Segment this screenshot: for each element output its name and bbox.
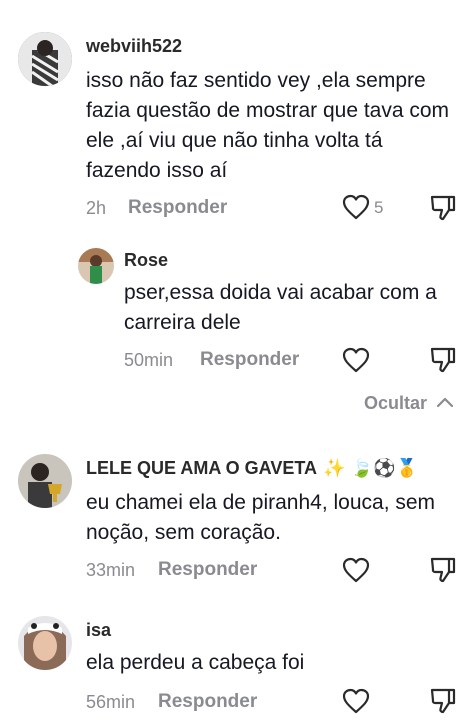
avatar[interactable] xyxy=(18,454,72,508)
comment-text: ela perdeu a cabeça foi xyxy=(86,651,305,674)
comment-timestamp: 50min xyxy=(124,350,174,370)
comment-username-text: LELE QUE AMA O GAVETA xyxy=(86,458,317,478)
comment-isa: isa ela perdeu a cabeça foi 56min Respon… xyxy=(0,600,474,722)
chevron-up-icon xyxy=(436,397,454,408)
comment-text: pser,essa doida vai acabar com a carreir… xyxy=(124,281,437,334)
reply-button[interactable]: Responder xyxy=(158,559,257,581)
hide-replies-button[interactable]: Ocultar xyxy=(364,393,454,414)
thumbs-down-outline-icon[interactable] xyxy=(430,687,456,715)
avatar[interactable] xyxy=(18,32,72,86)
hide-replies-label: Ocultar xyxy=(364,393,428,413)
comment-username[interactable]: LELE QUE AMA O GAVETA ✨ 🍃⚽🥇 xyxy=(86,458,418,479)
comment-timestamp: 2h xyxy=(86,198,107,218)
heart-outline-icon[interactable] xyxy=(342,347,370,373)
thumbs-down-outline-icon[interactable] xyxy=(430,346,456,374)
comment-lele: LELE QUE AMA O GAVETA ✨ 🍃⚽🥇 eu chamei el… xyxy=(0,440,474,600)
avatar[interactable] xyxy=(18,616,72,670)
heart-outline-icon[interactable] xyxy=(342,688,370,714)
comment-timestamp: 33min xyxy=(86,560,136,580)
reply-rose: Rose pser,essa doida vai acabar com a ca… xyxy=(0,230,474,390)
comment-username[interactable]: Rose xyxy=(124,250,168,271)
thumbs-down-outline-icon[interactable] xyxy=(430,194,456,222)
avatar-image xyxy=(18,454,72,508)
username-emojis: ✨ 🍃⚽🥇 xyxy=(323,458,419,478)
avatar-image xyxy=(18,32,72,86)
comment-text: eu chamei ela de piranh4, louca, sem noç… xyxy=(86,491,436,544)
avatar-image xyxy=(78,248,114,284)
avatar-image xyxy=(18,616,72,670)
reply-button[interactable]: Responder xyxy=(128,197,227,219)
avatar[interactable] xyxy=(78,248,114,284)
reply-button[interactable]: Responder xyxy=(158,691,257,713)
comment-username[interactable]: webviih522 xyxy=(86,36,182,57)
thumbs-down-outline-icon[interactable] xyxy=(430,556,456,584)
comment-webviih522: webviih522 isso não faz sentido vey ,ela… xyxy=(0,0,474,230)
comment-timestamp: 56min xyxy=(86,692,136,712)
reply-button[interactable]: Responder xyxy=(200,349,299,371)
like-count: 5 xyxy=(374,198,384,217)
comment-text: isso não faz sentido vey ,ela sempre faz… xyxy=(86,69,450,182)
heart-outline-icon[interactable] xyxy=(342,557,370,583)
comment-username[interactable]: isa xyxy=(86,620,111,641)
heart-outline-icon[interactable] xyxy=(342,194,370,220)
